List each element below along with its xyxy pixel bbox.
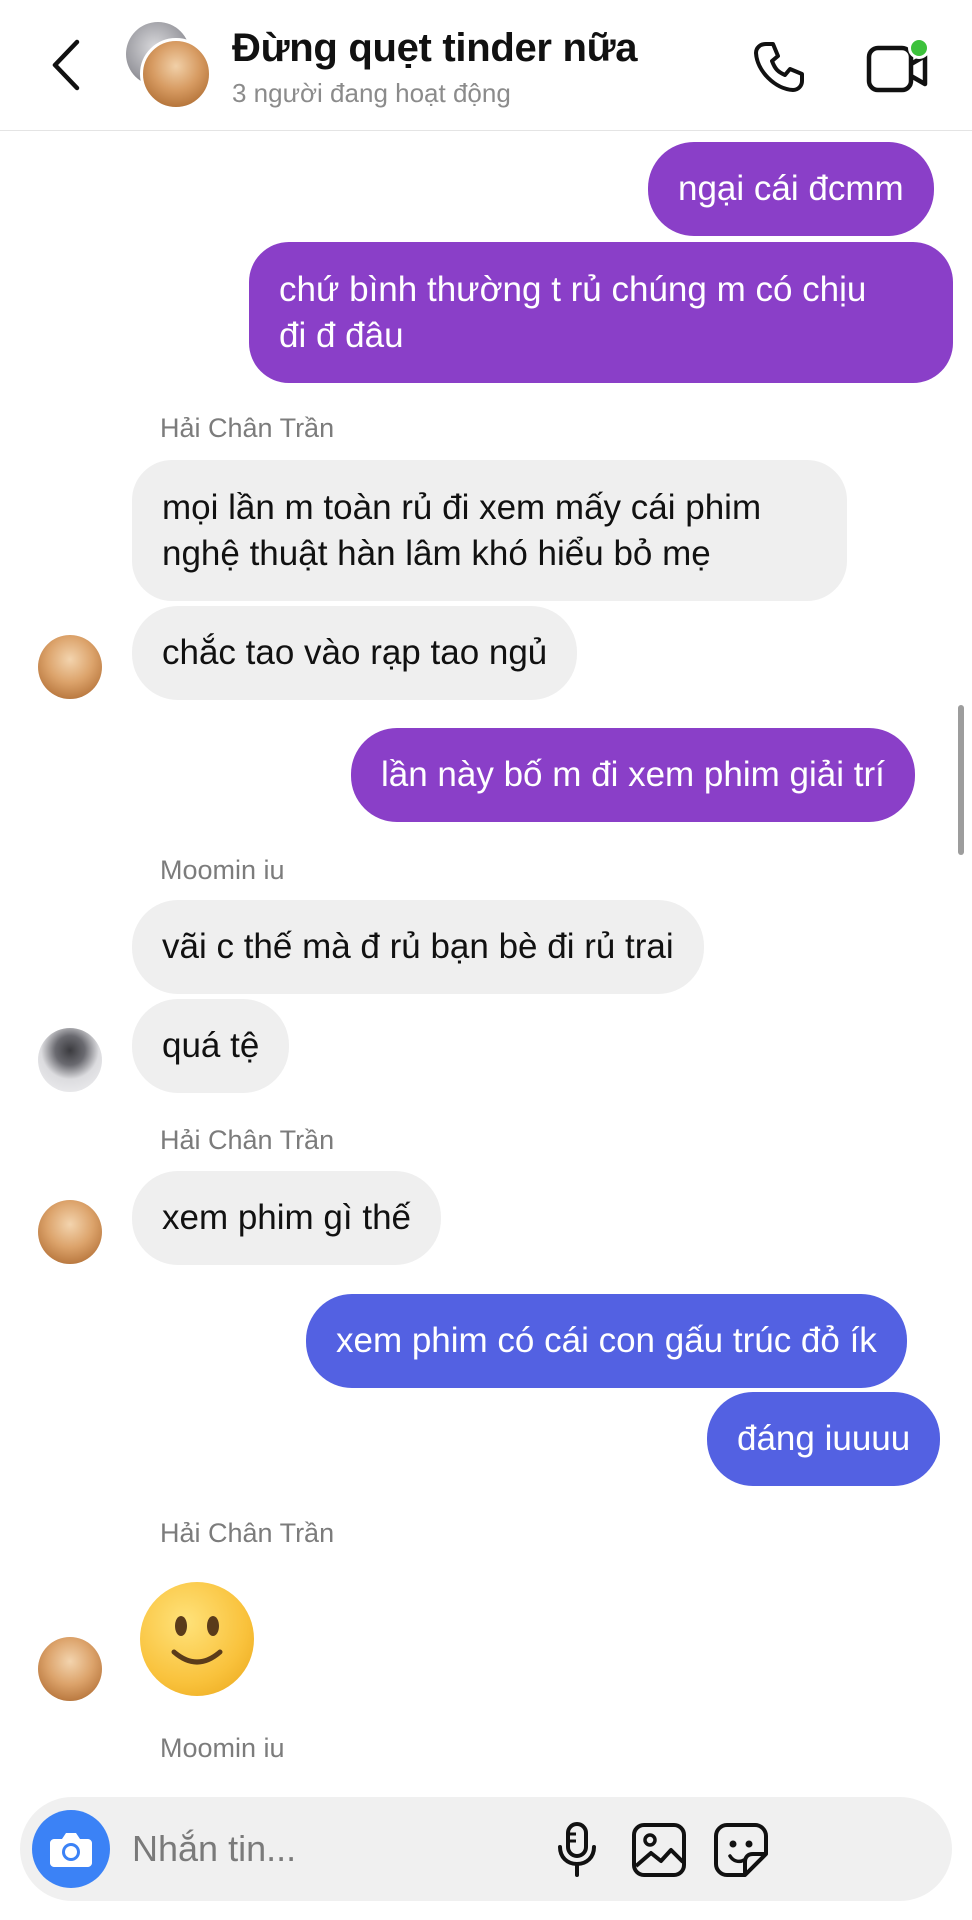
active-status: 3 người đang hoạt động [232, 78, 511, 108]
sticker-icon [714, 1823, 768, 1877]
microphone-icon [558, 1822, 596, 1877]
message-bubble[interactable]: ngại cái đcmm [648, 142, 934, 236]
message-text: xem phim gì thế [162, 1198, 411, 1237]
smiley-face-icon [171, 1616, 223, 1665]
message-text: chắc tao vào rạp tao ngủ [162, 633, 548, 672]
sender-name: Hải Chân Trần [160, 1518, 335, 1548]
message-input[interactable] [132, 1819, 562, 1879]
avatar[interactable] [38, 635, 102, 699]
message-text: chứ bình thường t rủ chúng m có chịu [279, 269, 867, 309]
call-button[interactable] [748, 36, 810, 98]
message-bubble[interactable]: chắc tao vào rạp tao ngủ [132, 606, 578, 700]
video-call-icon [866, 37, 930, 93]
gallery-icon [632, 1823, 686, 1877]
message-bubble[interactable]: lần này bố m đi xem phim giải trí [351, 728, 915, 822]
gallery-button[interactable] [628, 1819, 690, 1881]
message-text: mọi lần m toàn rủ đi xem mấy cái phim [162, 487, 762, 527]
message-text: vãi c thế mà đ rủ bạn bè đi rủ trai [162, 927, 674, 966]
message-text: quá tệ [162, 1026, 260, 1065]
message-text: đi đ đâu [279, 315, 404, 355]
chat-title[interactable]: Đừng quẹt tinder nữa [232, 26, 638, 71]
message-text: đáng iuuuu [737, 1419, 911, 1458]
scrollbar[interactable] [958, 705, 964, 855]
message-text: lần này bố m đi xem phim giải trí [381, 755, 885, 794]
message-bubble[interactable]: xem phim có cái con gấu trúc đỏ ík [306, 1294, 907, 1388]
message-bubble[interactable]: quá tệ [132, 999, 290, 1093]
message-text: nghệ thuật hàn lâm khó hiểu bỏ mẹ [162, 533, 711, 573]
avatar[interactable] [38, 1200, 102, 1264]
camera-icon [50, 1833, 92, 1867]
sender-name: Hải Chân Trần [160, 413, 335, 443]
message-bubble[interactable]: mọi lần m toàn rủ đi xem mấy cái phim ng… [132, 460, 847, 601]
avatar[interactable] [38, 1028, 102, 1092]
chat-header: Đừng quẹt tinder nữa 3 người đang hoạt đ… [0, 0, 972, 131]
message-bubble[interactable]: chứ bình thường t rủ chúng m có chịu đi … [249, 242, 953, 383]
message-text: ngại cái đcmm [678, 169, 904, 208]
sender-name: Moomin iu [160, 1733, 285, 1763]
message-bubble[interactable]: vãi c thế mà đ rủ bạn bè đi rủ trai [132, 900, 704, 994]
chevron-left-icon [52, 39, 80, 91]
back-button[interactable] [36, 30, 96, 100]
active-dot [911, 40, 927, 56]
phone-icon [754, 42, 804, 92]
sticker-button[interactable] [710, 1819, 772, 1881]
message-bubble[interactable]: đáng iuuuu [707, 1392, 941, 1486]
video-call-button[interactable] [862, 34, 934, 98]
group-avatar[interactable] [126, 22, 212, 110]
sender-name: Hải Chân Trần [160, 1125, 335, 1155]
voice-message-button[interactable] [546, 1819, 608, 1881]
message-composer [20, 1797, 952, 1901]
slightly-smiling-face-emoji[interactable] [140, 1582, 254, 1696]
camera-button[interactable] [32, 1810, 110, 1888]
avatar[interactable] [38, 1637, 102, 1701]
avatar [140, 38, 212, 110]
message-bubble[interactable]: xem phim gì thế [132, 1171, 441, 1265]
message-text: xem phim có cái con gấu trúc đỏ ík [336, 1321, 877, 1360]
sender-name: Moomin iu [160, 855, 285, 885]
